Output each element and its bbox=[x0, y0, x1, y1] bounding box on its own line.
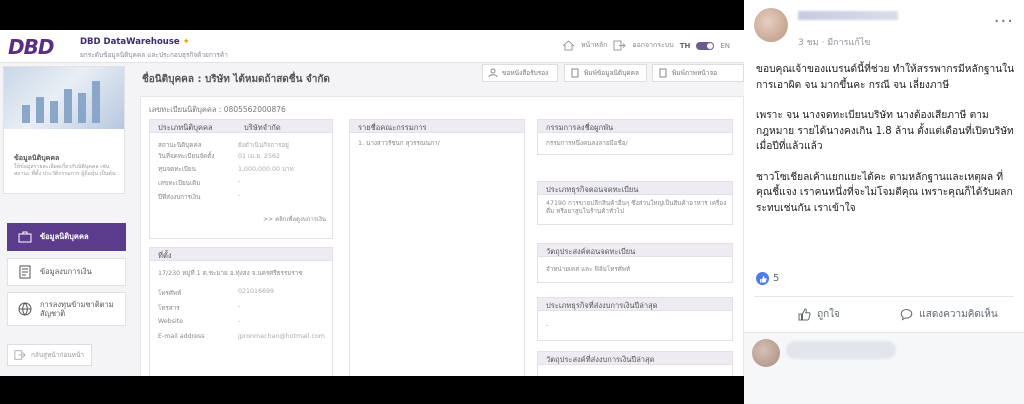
print-screen-icon bbox=[659, 68, 667, 78]
comment-bubble-blurred[interactable] bbox=[786, 341, 896, 359]
comment-icon bbox=[900, 308, 913, 321]
like-button[interactable]: ถูกใจ bbox=[754, 302, 884, 326]
sidebar-item-company-info[interactable]: ข้อมูลนิติบุคคล bbox=[7, 223, 126, 251]
details-panel: เลขทะเบียนนิติบุคคล : 0805562000876 ประเ… bbox=[140, 96, 744, 376]
back-button[interactable]: กลับสู่หน้าก่อนหน้า bbox=[7, 344, 92, 366]
signing-title: กรรมการลงชื่อผูกพัน bbox=[538, 120, 732, 133]
latest-business-text: - bbox=[546, 322, 549, 329]
address-box: ที่ตั้ง 17/230 หมู่ที่ 1 ต.ชะมาย อ.ทุ่งส… bbox=[149, 247, 333, 376]
phone-row: โทรศัพท์ 021016699 bbox=[158, 288, 275, 297]
company-title: ชื่อนิติบุคคล : บริษัท ไต้หมดถ้าสดชื่น จ… bbox=[142, 74, 330, 85]
sidebar-card-title: ข้อมูลนิติบุคคล bbox=[14, 154, 60, 162]
post-body: ขอบคุณเจ้าของแบรนด์นี้ที่ช่วย ทำให้สรรพา… bbox=[756, 62, 1016, 231]
company-type-value: บริษัทจำกัด bbox=[244, 123, 281, 132]
directors-box: รายชื่อคณะกรรมการ 1. นางสาวรัชนก สุวรรณน… bbox=[349, 119, 525, 376]
language-toggle[interactable] bbox=[696, 41, 715, 50]
header-actions: หน้าหลัก ออกจากระบบ TH EN bbox=[562, 40, 730, 51]
briefcase-icon bbox=[18, 231, 32, 243]
globe-icon bbox=[18, 302, 32, 316]
request-certificate-button[interactable]: ขอหนังสือรับรอง bbox=[482, 64, 558, 82]
business-type-box: ประเภทธุรกิจตอนจดทะเบียน 47190 การขายปลี… bbox=[537, 181, 733, 225]
print-company-button[interactable]: พิมพ์ข้อมูลนิติบุคคล bbox=[564, 64, 647, 82]
post-paragraph: ขอบคุณเจ้าของแบรนด์นี้ที่ช่วย ทำให้สรรพา… bbox=[756, 64, 1015, 91]
comment-preview bbox=[744, 333, 1024, 404]
home-icon bbox=[562, 40, 575, 51]
print-doc-icon bbox=[571, 68, 579, 78]
signing-box: กรรมการลงชื่อผูกพัน กรรมการหนึ่งคนลงลายม… bbox=[537, 119, 733, 155]
logout-icon bbox=[613, 40, 627, 51]
back-icon bbox=[14, 350, 26, 360]
latest-business-box: ประเภทธุรกิจที่ส่งงบการเงินปีล่าสุด - bbox=[537, 297, 733, 341]
dbd-logo[interactable]: DBD bbox=[8, 35, 54, 59]
post-actions: ถูกใจ แสดงความคิดเห็น bbox=[754, 302, 1014, 326]
home-link[interactable]: หน้าหลัก bbox=[581, 40, 607, 51]
dbd-header: DBD DBD DataWarehouse ✦ ยกระดับข้อมูลนิต… bbox=[0, 30, 744, 63]
screenshot-root: DBD DBD DataWarehouse ✦ ยกระดับข้อมูลนิต… bbox=[0, 0, 1024, 404]
like-reaction-icon bbox=[756, 272, 769, 285]
business-type-text: 47190 การขายปลีกสินค้าอื่นๆ ซึ่งส่วนใหญ่… bbox=[546, 200, 727, 215]
capital-row: ทุนจดทะเบียน 1,000,000.00 บาท bbox=[158, 166, 294, 173]
lang-th[interactable]: TH bbox=[680, 42, 691, 50]
divider bbox=[754, 296, 1014, 297]
avatar[interactable] bbox=[754, 8, 788, 42]
main-content: ชื่อนิติบุคคล : บริษัท ไต้หมดถ้าสดชื่น จ… bbox=[140, 64, 744, 376]
post-paragraph: เพราะ จน นางจดทะเบียนบริษัท นางต้องเสียภ… bbox=[756, 110, 1014, 152]
sidebar-item-investment[interactable]: การลงทุนข้ามชาติตามสัญชาติ bbox=[7, 292, 126, 326]
website-row: Website - bbox=[158, 318, 241, 325]
directors-title: รายชื่อคณะกรรมการ bbox=[350, 120, 524, 133]
edited-label[interactable]: มีการแก้ไข bbox=[827, 38, 870, 48]
address-title: ที่ตั้ง bbox=[150, 248, 332, 261]
view-financials-link[interactable]: >> คลิกเพื่อดูงบการเงิน bbox=[263, 214, 326, 224]
director-item: 1. นางสาวรัชนก สุวรรณนภา/ bbox=[358, 140, 440, 147]
signing-text: กรรมการหนึ่งคนลงลายมือชื่อ/ bbox=[546, 140, 628, 147]
user-icon bbox=[488, 68, 498, 78]
latest-business-title: ประเภทธุรกิจที่ส่งงบการเงินปีล่าสุด bbox=[538, 298, 732, 311]
sidebar-card: ข้อมูลนิติบุคคล ให้ข้อมูลรายละเอียดเกี่ย… bbox=[3, 66, 125, 194]
status-row: สถานะนิติบุคคล ยังดำเนินกิจการอยู่ bbox=[158, 142, 289, 149]
thumbs-up-icon bbox=[798, 307, 811, 320]
latest-objective-box: วัตถุประสงค์ที่ส่งงบการเงินปีล่าสุด bbox=[537, 351, 733, 376]
document-icon bbox=[19, 265, 31, 279]
reaction-count: 5 bbox=[773, 273, 780, 284]
reaction-summary[interactable]: 5 bbox=[756, 272, 779, 285]
print-screen-button[interactable]: พิมพ์ภาพหน้าจอ bbox=[652, 64, 744, 82]
company-type-title: ประเภทนิติบุคคล bbox=[158, 123, 213, 132]
sidebar-card-desc: ให้ข้อมูลรายละเอียดเกี่ยวกับนิติบุคคล เช… bbox=[14, 164, 116, 177]
post-time[interactable]: 3 ชม bbox=[798, 38, 819, 48]
commenter-avatar[interactable] bbox=[752, 339, 780, 367]
fax-row: โทรสาร - bbox=[158, 303, 241, 312]
logout-link[interactable]: ออกจากระบบ bbox=[632, 40, 673, 51]
app-title: DBD DataWarehouse ✦ bbox=[80, 37, 190, 47]
comment-button[interactable]: แสดงความคิดเห็น bbox=[884, 302, 1014, 326]
author-name-blurred[interactable] bbox=[798, 11, 898, 20]
objective-box: วัตถุประสงค์ตอนจดทะเบียน จำหน่ายเคส และ … bbox=[537, 243, 733, 283]
chart-banner-image bbox=[4, 67, 124, 129]
latest-objective-title: วัตถุประสงค์ที่ส่งงบการเงินปีล่าสุด bbox=[538, 352, 732, 365]
facebook-post: 3 ชม · มีการแก้ไข ... ขอบคุณเจ้าของแบรนด… bbox=[744, 0, 1024, 404]
old-reg-row: เลขทะเบียนเดิม - bbox=[158, 178, 241, 187]
fin-year-row: ปีที่ส่งงบการเงิน - bbox=[158, 192, 241, 201]
company-type-box: ประเภทนิติบุคคล บริษัทจำกัด สถานะนิติบุค… bbox=[149, 119, 333, 239]
post-meta: 3 ชม · มีการแก้ไข bbox=[798, 38, 871, 48]
post-paragraph: ชาวโซเชียลเค้าแยกแยะได้คะ ตามหลักฐานและเ… bbox=[756, 171, 1013, 214]
more-options-icon[interactable]: ... bbox=[994, 6, 1014, 27]
reg-date-row: วันที่จดทะเบียนจัดตั้ง 01 เม.ย. 2562 bbox=[158, 153, 281, 160]
objective-text: จำหน่ายเคส และ ฟิล์มโทรศัพท์ bbox=[546, 266, 631, 273]
sidebar: ข้อมูลนิติบุคคล ให้ข้อมูลรายละเอียดเกี่ย… bbox=[0, 64, 128, 376]
email-row: E-mail address jpronmachan@hotmail.com bbox=[158, 333, 325, 340]
lang-en[interactable]: EN bbox=[720, 42, 730, 50]
dbd-website: DBD DBD DataWarehouse ✦ ยกระดับข้อมูลนิต… bbox=[0, 30, 744, 376]
sidebar-item-financials[interactable]: ข้อมูลงบการเงิน bbox=[7, 258, 126, 286]
app-subtitle: ยกระดับข้อมูลนิติบุคคล และประกอบธุรกิจด้… bbox=[80, 51, 228, 59]
registration-number: เลขทะเบียนนิติบุคคล : 0805562000876 bbox=[149, 105, 286, 114]
objective-title: วัตถุประสงค์ตอนจดทะเบียน bbox=[538, 244, 732, 257]
address-text: 17/230 หมู่ที่ 1 ต.ชะมาย อ.ทุ่งสง จ.นครศ… bbox=[158, 270, 303, 277]
business-type-title: ประเภทธุรกิจตอนจดทะเบียน bbox=[538, 182, 732, 195]
